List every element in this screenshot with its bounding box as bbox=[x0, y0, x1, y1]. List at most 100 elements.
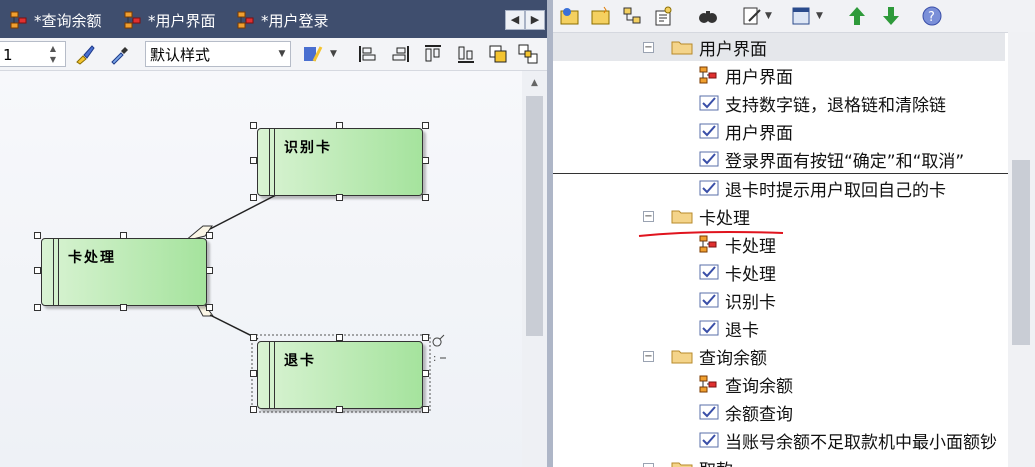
tab-next-button[interactable]: ▶ bbox=[525, 10, 545, 30]
resize-handle[interactable] bbox=[336, 406, 343, 413]
resize-handle[interactable] bbox=[250, 157, 257, 164]
find-button[interactable] bbox=[695, 3, 721, 29]
tree-item[interactable]: 查询余额 bbox=[553, 370, 1005, 398]
collapse-toggle[interactable]: − bbox=[643, 351, 654, 362]
help-button[interactable]: ? bbox=[919, 3, 945, 29]
tree-item[interactable]: 退卡时提示用户取回自己的卡 bbox=[553, 174, 1005, 202]
diagram-icon bbox=[124, 11, 141, 29]
same-size-button[interactable] bbox=[485, 41, 511, 67]
resize-handle[interactable] bbox=[120, 304, 127, 311]
diagram-icon bbox=[699, 66, 717, 84]
tree-folder[interactable]: − 取款 bbox=[553, 454, 1005, 467]
tree-label: 识别卡 bbox=[725, 292, 776, 313]
tree-item[interactable]: 支持数字链，退格链和清除链 bbox=[553, 89, 1005, 117]
resize-handle[interactable] bbox=[206, 232, 213, 239]
binoculars-icon bbox=[699, 11, 717, 23]
tree-item[interactable]: 登录界面有按钮“确定”和“取消” bbox=[553, 145, 1005, 173]
collapse-toggle[interactable]: − bbox=[643, 463, 654, 467]
tree-folder[interactable]: − 查询余额 bbox=[553, 342, 1005, 370]
resize-handle[interactable] bbox=[336, 194, 343, 201]
tree-label: 用户界面 bbox=[725, 67, 793, 88]
tab-user-interface[interactable]: *用户界面 bbox=[124, 8, 216, 32]
class-card-processing[interactable]: 卡处理 bbox=[41, 238, 207, 306]
folder-icon bbox=[671, 462, 693, 467]
new-diagram-button[interactable] bbox=[619, 3, 645, 29]
line-width-stepper[interactable]: ▲ ▼ bbox=[45, 43, 61, 65]
chevron-down-icon[interactable]: ▼ bbox=[765, 3, 775, 29]
tree-item[interactable]: 当账号余额不足取款机中最小面额钞 bbox=[553, 426, 1005, 454]
svg-text::: : bbox=[433, 353, 436, 364]
chevron-down-icon[interactable]: ▼ bbox=[274, 41, 290, 67]
resize-handle[interactable] bbox=[336, 334, 343, 341]
group-button[interactable] bbox=[515, 41, 541, 67]
tree-item[interactable]: 卡处理 bbox=[553, 230, 1005, 258]
resize-handle[interactable] bbox=[34, 267, 41, 274]
move-up-button[interactable] bbox=[844, 3, 870, 29]
font-dropdown-icon[interactable]: ▼ bbox=[330, 41, 342, 67]
resize-handle[interactable] bbox=[336, 122, 343, 129]
resize-handle[interactable] bbox=[250, 370, 257, 377]
font-button[interactable] bbox=[300, 41, 326, 67]
resize-handle[interactable] bbox=[422, 370, 429, 377]
align-left-button[interactable] bbox=[355, 41, 381, 67]
scroll-up-icon[interactable]: ▲ bbox=[526, 76, 543, 90]
move-down-button[interactable] bbox=[878, 3, 904, 29]
tree-label: 退卡时提示用户取回自己的卡 bbox=[725, 180, 946, 201]
new-element-button[interactable] bbox=[650, 3, 676, 29]
font-icon bbox=[304, 46, 323, 62]
resize-handle[interactable] bbox=[250, 194, 257, 201]
resize-handle[interactable] bbox=[422, 334, 429, 341]
collapse-toggle[interactable]: − bbox=[643, 42, 654, 53]
resize-handle[interactable] bbox=[206, 304, 213, 311]
tree-item[interactable]: 余额查询 bbox=[553, 398, 1005, 426]
tree-folder[interactable]: − 用户界面 bbox=[553, 33, 1005, 61]
diagram-canvas[interactable]: : 识别卡 卡处理 退卡 bbox=[0, 71, 522, 467]
view-button[interactable] bbox=[789, 3, 815, 29]
edit-button[interactable] bbox=[739, 3, 765, 29]
resize-handle[interactable] bbox=[422, 194, 429, 201]
tree-label: 取款 bbox=[699, 456, 733, 467]
resize-handle[interactable] bbox=[250, 334, 257, 341]
eyedropper-button[interactable] bbox=[106, 41, 132, 67]
align-bottom-icon bbox=[458, 46, 474, 63]
resize-handle[interactable] bbox=[250, 122, 257, 129]
align-bottom-button[interactable] bbox=[453, 41, 479, 67]
resize-handle[interactable] bbox=[422, 122, 429, 129]
tab-label: *用户登录 bbox=[261, 11, 329, 30]
resize-handle[interactable] bbox=[34, 304, 41, 311]
new-model-button[interactable] bbox=[557, 3, 583, 29]
tab-user-login[interactable]: *用户登录 bbox=[237, 8, 329, 32]
class-eject-card[interactable]: 退卡 bbox=[257, 341, 423, 409]
new-package-button[interactable] bbox=[588, 3, 614, 29]
tab-prev-button[interactable]: ◀ bbox=[505, 10, 525, 30]
folder-add-icon bbox=[560, 8, 579, 25]
style-select[interactable]: 默认样式 bbox=[145, 41, 291, 67]
diagram-add-icon bbox=[623, 7, 641, 24]
fill-brush-button[interactable] bbox=[72, 41, 98, 67]
resize-handle[interactable] bbox=[250, 406, 257, 413]
chevron-down-icon[interactable]: ▼ bbox=[816, 3, 826, 29]
tree-label: 用户界面 bbox=[725, 123, 793, 144]
tab-query-balance[interactable]: *查询余额 bbox=[10, 8, 102, 32]
align-right-button[interactable] bbox=[387, 41, 413, 67]
project-tree[interactable]: − 用户界面 用户界面 支持数字链，退格链和清除链 用户界面 登录界面有按钮“确… bbox=[553, 33, 1008, 467]
arrow-down-icon bbox=[883, 7, 899, 25]
tree-item[interactable]: 卡处理 bbox=[553, 258, 1005, 286]
collapse-toggle[interactable]: − bbox=[643, 211, 654, 222]
resize-handle[interactable] bbox=[206, 267, 213, 274]
tree-item[interactable]: 识别卡 bbox=[553, 286, 1005, 314]
resize-handle[interactable] bbox=[34, 232, 41, 239]
class-identify-card[interactable]: 识别卡 bbox=[257, 128, 423, 196]
scrollbar-thumb[interactable] bbox=[526, 96, 543, 336]
resize-handle[interactable] bbox=[422, 157, 429, 164]
diagram-icon bbox=[699, 235, 717, 253]
tree-item[interactable]: 退卡 bbox=[553, 314, 1005, 342]
tree-item[interactable]: 用户界面 bbox=[553, 117, 1005, 145]
tree-folder[interactable]: − 卡处理 bbox=[553, 202, 1005, 230]
tree-item[interactable]: 用户界面 bbox=[553, 61, 1005, 89]
diagram-tab-bar: *查询余额 *用户界面 *用户登录 ◀ ▶ bbox=[0, 0, 547, 38]
scrollbar-thumb[interactable] bbox=[1012, 160, 1030, 345]
resize-handle[interactable] bbox=[120, 232, 127, 239]
align-top-button[interactable] bbox=[420, 41, 446, 67]
resize-handle[interactable] bbox=[422, 406, 429, 413]
